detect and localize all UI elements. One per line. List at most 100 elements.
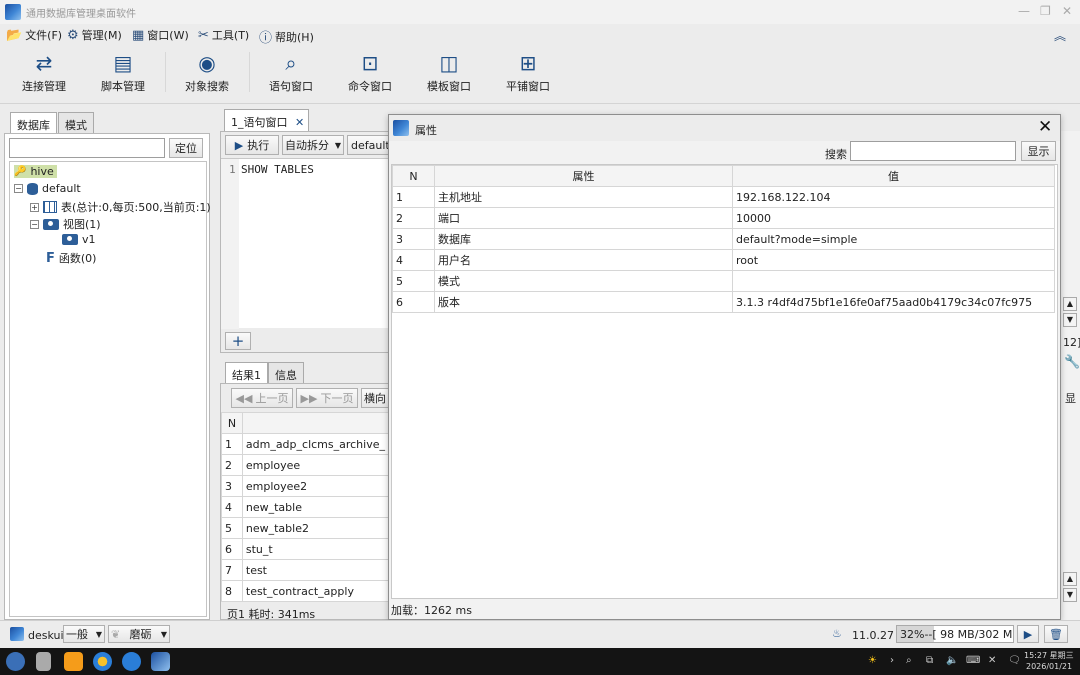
brightness-icon[interactable]: ☀	[868, 655, 877, 666]
dialog-title-bar[interactable]: 属性 ✕	[389, 115, 1060, 141]
toolbar-tile-window[interactable]: ⊞ 平铺窗口	[492, 50, 564, 94]
tree-node-views[interactable]: − 视图(1)	[30, 216, 101, 232]
table-row[interactable]: 2 端口 10000	[392, 207, 1055, 229]
dialog-title: 属性	[415, 124, 437, 137]
table-row[interactable]: 4 new_table	[221, 496, 390, 518]
collapse-icon[interactable]: −	[14, 184, 23, 193]
network-icon[interactable]: ✕	[988, 655, 996, 666]
close-tab-icon[interactable]: ✕	[295, 116, 304, 129]
gc-button[interactable]: ▶	[1017, 625, 1039, 643]
schema-select[interactable]: default	[347, 135, 391, 155]
execute-button[interactable]: ▶ 执行	[225, 135, 279, 155]
screenshot-icon[interactable]: ⧉	[926, 655, 933, 666]
locate-button[interactable]: 定位	[169, 138, 203, 158]
trash-icon[interactable]: 🗑	[1044, 625, 1068, 643]
table-row[interactable]: 6 stu_t	[221, 538, 390, 560]
scroll-up-icon[interactable]: ▲	[1063, 572, 1077, 586]
function-icon: F	[46, 250, 55, 266]
collapse-toolbar-icon[interactable]: ︽	[1054, 27, 1066, 44]
tree-node-tables[interactable]: + 表(总计:0,每页:500,当前页:1)	[30, 199, 211, 215]
status-bar: deskui 一般 ▼ ❦ 磨砺 ▼ ♨ 11.0.27 32%--[ 98 MB/3…	[0, 620, 1080, 648]
tree-panel: 🔑 hive − default + 表(总计:0,每页:500,当前页:1) − 视图…	[9, 161, 211, 617]
view-icon	[62, 234, 78, 245]
volume-icon[interactable]: 🔈	[946, 655, 958, 666]
toolbar-template-window[interactable]: ◫ 模板窗口	[413, 50, 485, 94]
restore-icon[interactable]: ❐	[1040, 4, 1051, 18]
keyboard-icon[interactable]: ⌨	[966, 655, 980, 666]
multitask-icon[interactable]	[36, 652, 51, 671]
chevron-right-icon[interactable]: ›	[890, 655, 894, 666]
menu-manage[interactable]: ⚙ 管理(M)	[67, 27, 122, 43]
start-menu-icon[interactable]	[6, 652, 25, 671]
scroll-down-icon[interactable]: ▼	[1063, 588, 1077, 602]
sql-editor[interactable]: 1 SHOW TABLES	[221, 158, 389, 329]
notification-icon[interactable]: 🗨	[1008, 655, 1021, 666]
minimize-icon[interactable]: —	[1018, 4, 1030, 18]
table-row[interactable]: 6 版本 3.1.3 r4df4d75bf1e16fe0af75aad0b4179c…	[392, 291, 1055, 313]
search-input[interactable]	[850, 141, 1016, 161]
table-row[interactable]: 1 主机地址 192.168.122.104	[392, 186, 1055, 208]
table-row[interactable]: 5 new_table2	[221, 517, 390, 539]
log-level-select[interactable]: 一般 ▼	[63, 625, 105, 643]
menu-file[interactable]: 📂 文件(F)	[6, 27, 62, 43]
dialog-close-icon[interactable]: ✕	[1038, 117, 1052, 137]
table-row[interactable]: 5 模式	[392, 270, 1055, 292]
table-row[interactable]: 2 employee	[221, 454, 390, 476]
toolbar-script-manager[interactable]: ▤ 脚本管理	[87, 50, 159, 94]
column-header[interactable]	[241, 412, 390, 434]
memory-usage: 32%--[ 98 MB/302 MB ]	[896, 625, 1014, 643]
tree-node-v1[interactable]: v1	[62, 233, 96, 246]
table-row[interactable]: 4 用户名 root	[392, 249, 1055, 271]
toolbar-statement-window[interactable]: ⌕ 语句窗口	[255, 50, 327, 94]
result-table: N 1 adm_adp_clcms_archive_ 2 employee 3 emp…	[221, 412, 390, 602]
table-row[interactable]: 3 employee2	[221, 475, 390, 497]
orientation-button[interactable]: 横向	[361, 388, 391, 408]
toolbar-object-search[interactable]: ◉ 对象搜索	[171, 50, 243, 94]
tree-node-hive[interactable]: 🔑 hive	[14, 165, 57, 178]
show-button-fragment[interactable]: 显	[1065, 390, 1076, 406]
tab-statement-window[interactable]: 1_语句窗口 ✕	[224, 109, 310, 131]
database-app-icon[interactable]	[151, 652, 170, 671]
tab-schema[interactable]: 模式	[58, 112, 94, 134]
menu-help[interactable]: ⓘ 帮助(H)	[259, 27, 314, 47]
scroll-down-icon[interactable]: ▼	[1063, 313, 1077, 327]
toolbar-command-window[interactable]: ⊡ 命令窗口	[334, 50, 406, 94]
theme-select[interactable]: ❦ 磨砺 ▼	[108, 625, 170, 643]
close-icon[interactable]: ✕	[1062, 4, 1072, 18]
table-row[interactable]: 8 test_contract_apply	[221, 580, 390, 602]
table-row[interactable]: 3 数据库 default?mode=simple	[392, 228, 1055, 250]
window-icon: ▦	[132, 27, 145, 43]
tab-result1[interactable]: 结果1	[225, 362, 268, 384]
column-header[interactable]: N	[392, 165, 435, 187]
column-header[interactable]: 属性	[434, 165, 733, 187]
column-header[interactable]: 值	[732, 165, 1055, 187]
scroll-up-icon[interactable]: ▲	[1063, 297, 1077, 311]
chevron-down-icon: ▼	[334, 140, 341, 150]
table-row[interactable]: 7 test	[221, 559, 390, 581]
locate-input[interactable]	[9, 138, 165, 158]
add-statement-button[interactable]: +	[225, 332, 251, 350]
tree-node-functions[interactable]: F 函数(0)	[46, 250, 96, 266]
app-store-icon[interactable]	[64, 652, 83, 671]
tab-database[interactable]: 数据库	[10, 112, 57, 134]
column-header[interactable]: N	[221, 412, 243, 434]
database-panel: 定位 🔑 hive − default + 表(总计:0,每页:500,当前页:1) …	[4, 133, 211, 620]
table-row[interactable]: 1 adm_adp_clcms_archive_	[221, 433, 390, 455]
next-page-button[interactable]: ▶▶ 下一页	[296, 388, 358, 408]
tree-node-default[interactable]: − default	[14, 182, 81, 195]
prev-page-button[interactable]: ◀◀ 上一页	[231, 388, 293, 408]
play-icon: ▶	[234, 138, 244, 152]
expand-icon[interactable]: +	[30, 202, 39, 212]
tools-icon: ✂	[198, 27, 209, 43]
tab-info[interactable]: 信息	[268, 362, 304, 384]
assistant-icon[interactable]	[122, 652, 141, 671]
wrench-icon[interactable]: 🔧	[1064, 355, 1080, 370]
menu-tools[interactable]: ✂ 工具(T)	[198, 27, 249, 43]
browser-icon[interactable]	[93, 652, 112, 671]
menu-window[interactable]: ▦ 窗口(W)	[132, 27, 189, 43]
show-button[interactable]: 显示	[1021, 141, 1056, 161]
search-icon[interactable]: ⌕	[906, 655, 912, 666]
toolbar-connection-manager[interactable]: ⇄ 连接管理	[8, 50, 80, 94]
auto-split-select[interactable]: 自动拆分 ▼	[282, 135, 344, 155]
collapse-icon[interactable]: −	[30, 219, 39, 229]
